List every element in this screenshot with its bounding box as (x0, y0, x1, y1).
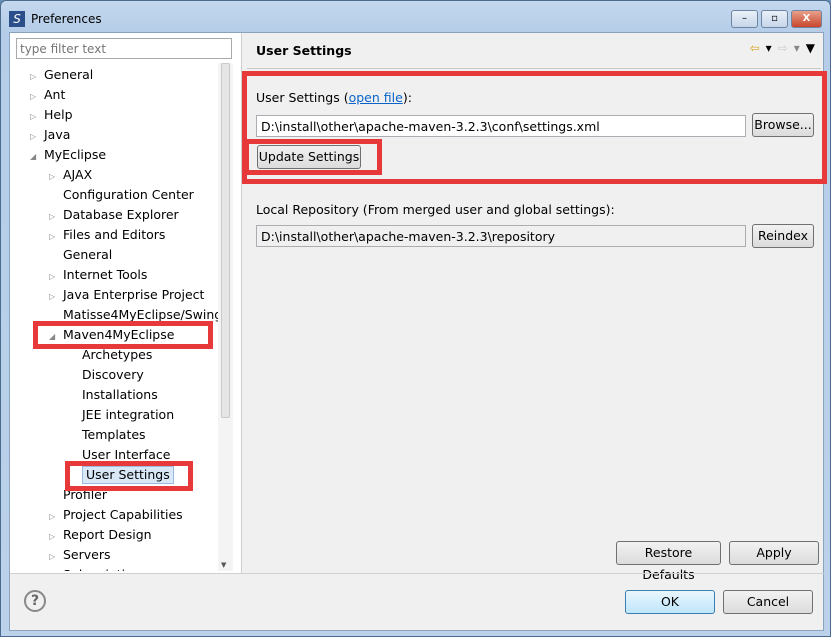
preferences-window: S Preferences – ▫ X ▷General▷Ant▷Help▷Ja… (0, 0, 831, 637)
expanded-arrow-icon[interactable]: ◢ (30, 147, 44, 167)
tree-item-label: Files and Editors (63, 227, 166, 242)
page-title: User Settings (256, 43, 352, 58)
maximize-button[interactable]: ▫ (761, 10, 788, 28)
tree-item[interactable]: Installations (68, 385, 158, 405)
tree-item-label: Java (44, 127, 71, 142)
tree-item-label: Configuration Center (63, 187, 194, 202)
tree-item-label: Help (44, 107, 73, 122)
tree-item[interactable]: ▷ AJAX (49, 165, 92, 185)
tree-item[interactable]: ▷ Java Enterprise Project (49, 285, 204, 305)
tree-item[interactable]: ▷ Internet Tools (49, 265, 147, 285)
view-menu-icon[interactable]: ▼ (806, 41, 815, 55)
tree-item[interactable]: Configuration Center (49, 185, 194, 205)
tree-item[interactable]: ◢ MyEclipse (30, 145, 106, 165)
forward-menu-icon[interactable]: ▾ (794, 41, 800, 55)
highlight-update-button (244, 139, 382, 175)
tree-item-label: AJAX (63, 167, 93, 182)
dialog-body: ▷General▷Ant▷Help▷Java◢MyEclipse▷AJAXCon… (9, 32, 827, 632)
tree-item[interactable]: JEE integration (68, 405, 174, 425)
tree-item[interactable]: ▷ Java (30, 125, 70, 145)
restore-defaults-button[interactable]: Restore Defaults (616, 541, 721, 582)
user-settings-field[interactable]: D:\install\other\apache-maven-3.2.3\conf… (256, 115, 746, 137)
tree-item-label: General (44, 67, 94, 82)
tree-item-label: Project Capabilities (63, 507, 183, 522)
tree-item-label: MyEclipse (44, 147, 107, 162)
tree-item-label: General (63, 247, 113, 262)
tree-item-label: Report Design (63, 527, 152, 542)
tree-item-label: Matisse4MyEclipse/Swing (63, 307, 218, 322)
tree-item[interactable]: ▷ Report Design (49, 525, 152, 545)
collapsed-arrow-icon[interactable]: ▷ (49, 267, 63, 287)
tree-item-label: Servers (63, 547, 111, 562)
collapsed-arrow-icon[interactable]: ▷ (49, 207, 63, 227)
local-repo-field: D:\install\other\apache-maven-3.2.3\repo… (256, 225, 746, 247)
local-repo-label: Local Repository (From merged user and g… (256, 202, 615, 217)
tree-item[interactable]: Templates (68, 425, 146, 445)
tree-item[interactable]: ▷ Help (30, 105, 73, 125)
highlight-user-settings (65, 461, 193, 491)
back-menu-icon[interactable]: ▾ (766, 41, 772, 55)
forward-arrow-icon[interactable]: ⇨ (778, 41, 788, 55)
collapsed-arrow-icon[interactable]: ▷ (49, 287, 63, 307)
collapsed-arrow-icon[interactable]: ▷ (49, 167, 63, 187)
collapsed-arrow-icon[interactable]: ▷ (30, 87, 44, 107)
filter-input[interactable] (16, 38, 232, 59)
tree-scrollbar[interactable]: ▼ (218, 63, 233, 571)
tree-item-label: Internet Tools (63, 267, 148, 282)
collapsed-arrow-icon[interactable]: ▷ (49, 227, 63, 247)
tree-item[interactable]: ▷ Servers (49, 545, 111, 565)
tree-item-label: User Interface (82, 447, 171, 462)
user-settings-label: User Settings (open file): (256, 90, 412, 105)
tree-item[interactable]: ▷ Files and Editors (49, 225, 165, 245)
button-bar: ? OK Cancel (10, 573, 825, 632)
back-arrow-icon[interactable]: ⇦ (750, 41, 760, 55)
app-logo-icon: S (9, 11, 25, 27)
close-button[interactable]: X (791, 10, 822, 28)
title-bar: S Preferences (9, 9, 102, 29)
minimize-button[interactable]: – (731, 10, 758, 28)
tree-item-label: JEE integration (82, 407, 175, 422)
collapsed-arrow-icon[interactable]: ▷ (49, 507, 63, 527)
apply-button[interactable]: Apply (729, 541, 819, 565)
tree-item-label: Database Explorer (63, 207, 179, 222)
tree-item[interactable]: Discovery (68, 365, 144, 385)
highlight-maven (33, 321, 213, 349)
ok-button[interactable]: OK (625, 590, 715, 614)
scroll-down-icon[interactable]: ▼ (221, 561, 226, 569)
tree-item[interactable]: ▷ Project Capabilities (49, 505, 183, 525)
tree-item[interactable]: ▷ Database Explorer (49, 205, 179, 225)
tree-item[interactable]: ▷ Ant (30, 85, 65, 105)
settings-page: User Settings ⇦ ▾ ⇨ ▾ ▼ User Settings (o… (242, 33, 827, 582)
help-icon[interactable]: ? (24, 590, 46, 612)
tree-item-label: Discovery (82, 367, 144, 382)
tree-item-label: Ant (44, 87, 66, 102)
tree-item-label: Java Enterprise Project (63, 287, 205, 302)
tree-item[interactable]: ▷ General (30, 65, 93, 85)
collapsed-arrow-icon[interactable]: ▷ (30, 107, 44, 127)
tree-item[interactable]: General (49, 245, 112, 265)
tree-item-label: Subscription (63, 567, 141, 571)
window-title: Preferences (31, 12, 102, 26)
collapsed-arrow-icon[interactable]: ▷ (30, 127, 44, 147)
left-pane: ▷General▷Ant▷Help▷Java◢MyEclipse▷AJAXCon… (10, 33, 242, 573)
tree-item-label: Archetypes (82, 347, 153, 362)
tree-item-label: Installations (82, 387, 158, 402)
cancel-button[interactable]: Cancel (723, 590, 813, 614)
open-file-link[interactable]: open file (349, 90, 403, 105)
preference-tree: ▷ General ▷ Ant ▷ Help ▷ Java ◢ MyEclipse ▷ AJAX Con… (10, 63, 218, 571)
collapsed-arrow-icon[interactable]: ▷ (30, 67, 44, 87)
tree-item-label: Templates (82, 427, 146, 442)
scrollbar-thumb[interactable] (221, 63, 230, 418)
tree-item[interactable]: Subscription (49, 565, 141, 571)
reindex-button[interactable]: Reindex (752, 224, 814, 248)
collapsed-arrow-icon[interactable]: ▷ (49, 547, 63, 567)
browse-button[interactable]: Browse... (752, 113, 814, 137)
separator (247, 68, 821, 69)
collapsed-arrow-icon[interactable]: ▷ (49, 527, 63, 547)
